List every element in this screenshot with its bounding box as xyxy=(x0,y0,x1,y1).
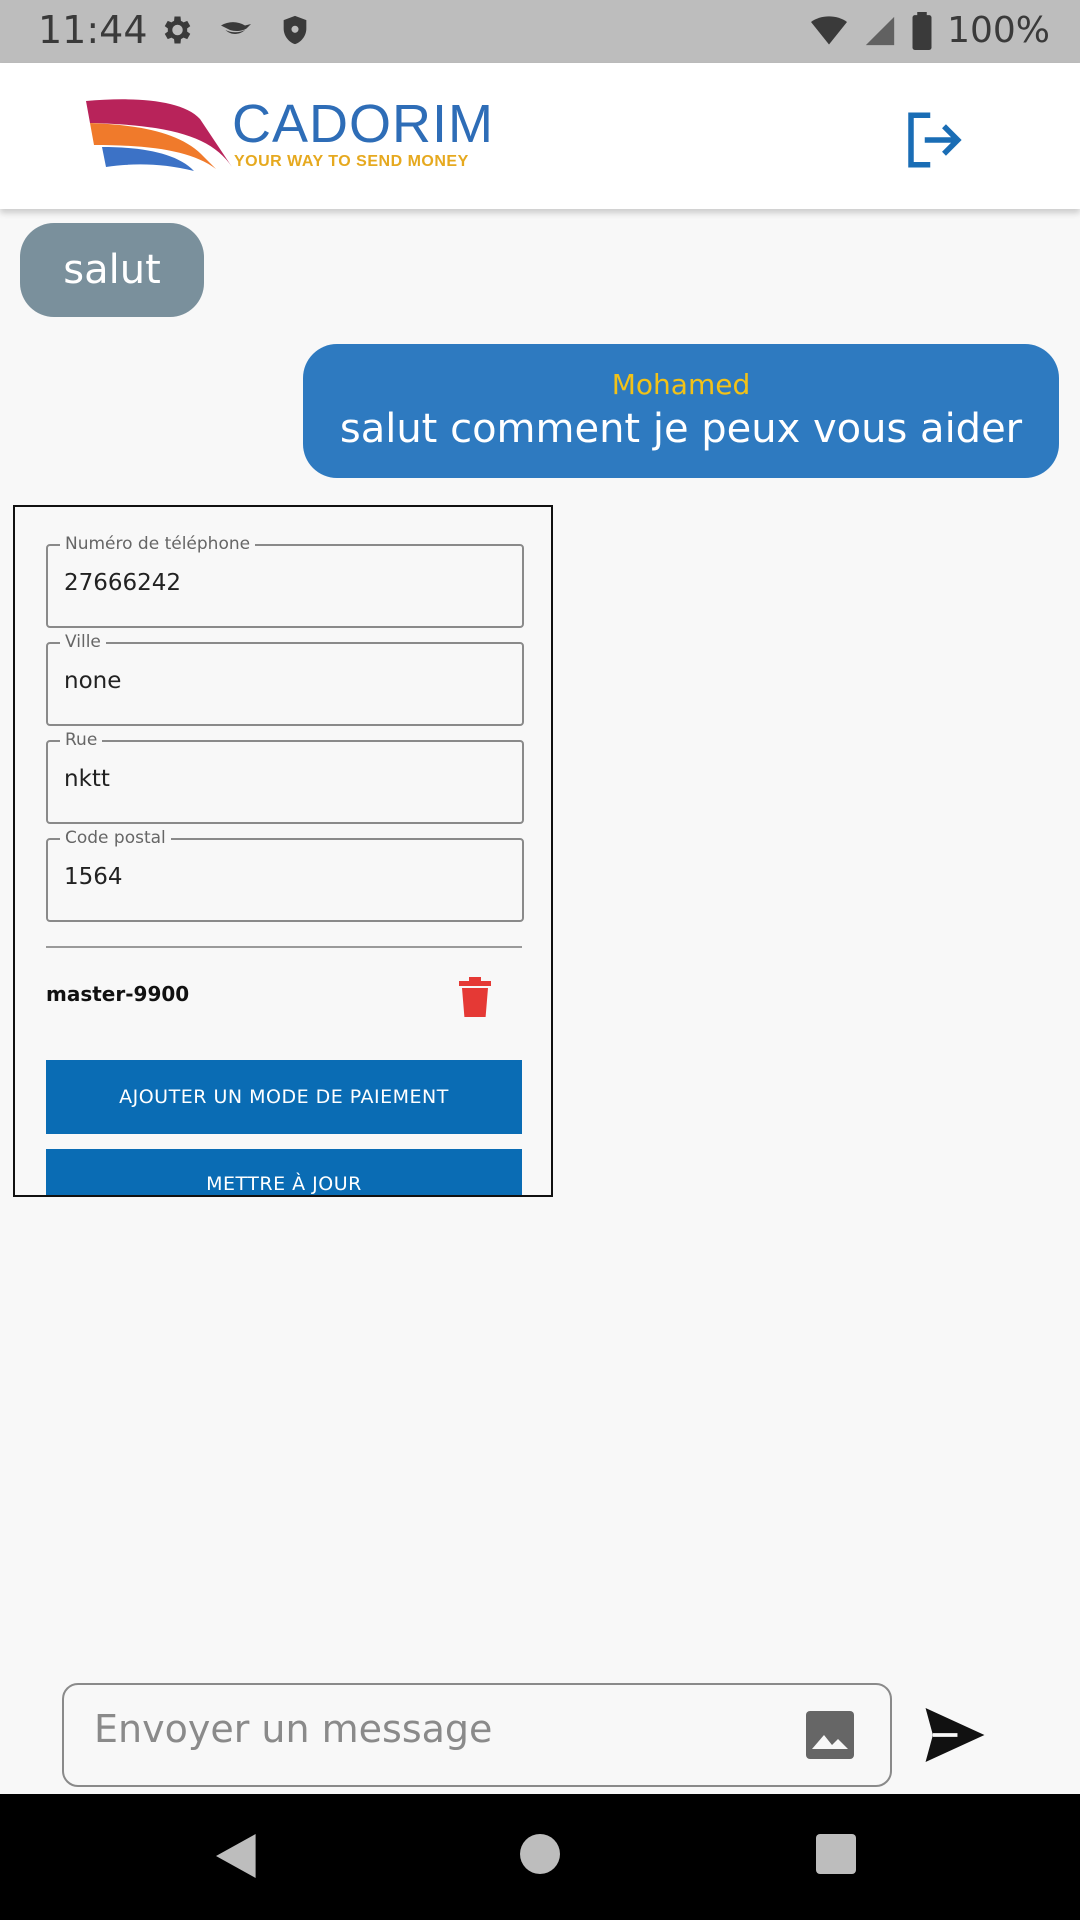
app-bar: CADORIM YOUR WAY TO SEND MONEY xyxy=(0,63,1080,209)
phone-number-value: 27666242 xyxy=(64,570,182,596)
street-label: Rue xyxy=(60,730,103,750)
status-time: 11:44 xyxy=(38,8,148,52)
message-composer[interactable]: Envoyer un message xyxy=(62,1683,892,1787)
logo-name: CADORIM xyxy=(232,94,494,154)
message-sender-name: Mohamed xyxy=(611,368,751,401)
recent-apps-icon[interactable] xyxy=(816,1834,856,1874)
add-payment-method-label: AJOUTER UN MODE DE PAIEMENT xyxy=(119,1086,449,1108)
postal-code-value: 1564 xyxy=(64,864,123,890)
phone-number-label: Numéro de téléphone xyxy=(60,534,256,554)
send-button[interactable] xyxy=(925,1708,985,1762)
street-value: nktt xyxy=(64,766,110,792)
outgoing-message-text: salut comment je peux vous aider xyxy=(339,406,1023,452)
battery-icon xyxy=(912,11,932,50)
status-bar: 11:44 100% xyxy=(0,0,1080,63)
add-payment-method-button[interactable]: AJOUTER UN MODE DE PAIEMENT xyxy=(46,1060,522,1134)
phone-number-field[interactable]: Numéro de téléphone 27666242 xyxy=(46,534,524,628)
logo: CADORIM YOUR WAY TO SEND MONEY xyxy=(82,94,493,177)
postal-code-field[interactable]: Code postal 1564 xyxy=(46,828,524,922)
shield-icon xyxy=(283,15,307,45)
signal-icon xyxy=(865,16,895,45)
status-icons-left xyxy=(158,12,312,48)
battery-level: 100% xyxy=(947,10,1050,51)
update-label: METTRE À JOUR xyxy=(206,1173,362,1195)
wifi-icon xyxy=(811,15,848,44)
logout-icon xyxy=(908,112,962,168)
trash-icon xyxy=(459,977,491,1017)
home-icon[interactable] xyxy=(520,1834,560,1874)
city-value: none xyxy=(64,668,122,694)
city-field[interactable]: Ville none xyxy=(46,632,524,726)
attach-image-button[interactable] xyxy=(806,1711,854,1759)
incoming-message-bubble: salut xyxy=(20,223,204,317)
delete-payment-button[interactable] xyxy=(459,977,491,1017)
logo-tagline: YOUR WAY TO SEND MONEY xyxy=(234,153,469,170)
city-label: Ville xyxy=(60,632,106,652)
postal-code-label: Code postal xyxy=(60,828,171,848)
back-icon[interactable] xyxy=(216,1834,260,1878)
payment-method-name: master-9900 xyxy=(46,982,190,1006)
message-input[interactable]: Envoyer un message xyxy=(94,1707,492,1751)
profile-form-card: Numéro de téléphone 27666242 Ville none … xyxy=(13,505,553,1197)
logo-wing-icon xyxy=(86,99,232,171)
status-icons-right: 100% xyxy=(809,10,1050,51)
divider xyxy=(46,946,522,948)
outgoing-message-bubble: Mohamed salut comment je peux vous aider xyxy=(303,344,1059,478)
settings-icon xyxy=(164,16,191,44)
update-button[interactable]: METTRE À JOUR xyxy=(46,1149,522,1195)
incoming-message-text: salut xyxy=(63,247,161,293)
street-field[interactable]: Rue nktt xyxy=(46,730,524,824)
logout-button[interactable] xyxy=(900,107,966,173)
system-nav-bar xyxy=(0,1794,1080,1920)
image-icon xyxy=(806,1711,854,1759)
send-icon xyxy=(925,1708,985,1762)
bird-icon xyxy=(221,22,251,34)
